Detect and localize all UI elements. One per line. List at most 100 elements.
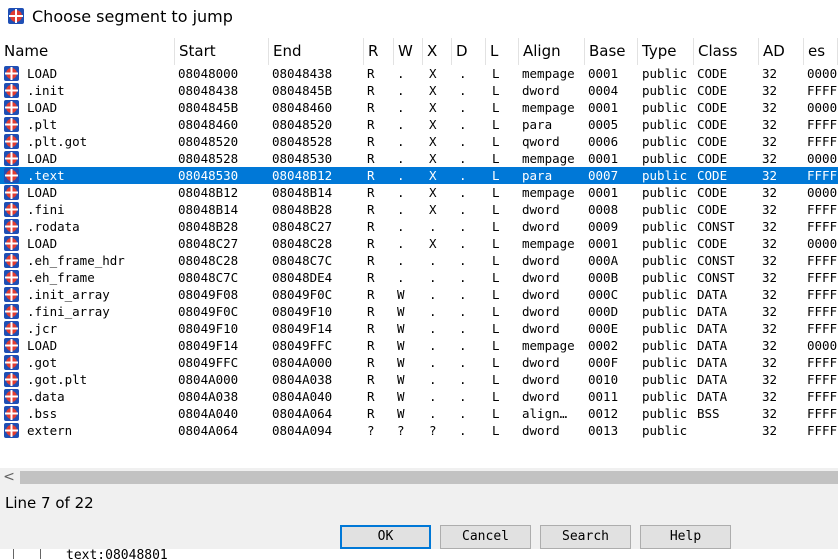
column-header-name[interactable]: Name (0, 38, 175, 65)
table-row[interactable]: .text 08048530 08048B12 R. X. Lpara 0007 public… (0, 167, 838, 184)
cell-base: 0009 (588, 219, 619, 234)
table-row[interactable]: LOAD 0804845B 08048460 R. X. Lmempage 0001 publ… (0, 99, 838, 116)
table-row[interactable]: .eh_frame_hdr 08048C28 08048C7C R... Ldword 0… (0, 252, 838, 269)
cell-base: 000F (588, 355, 619, 370)
cell-align: dword (522, 287, 560, 302)
column-header-l[interactable]: L (486, 38, 519, 65)
column-header-x[interactable]: X (423, 38, 452, 65)
cell-d: . (459, 287, 467, 302)
cell-start: 08049F10 (178, 321, 239, 336)
cell-d: . (459, 253, 467, 268)
table-row[interactable]: .jcr 08049F10 08049F14 R W.. Ldword 000E public… (0, 320, 838, 337)
table-row[interactable]: .got 08049FFC 0804A000 R W.. Ldword 000F public… (0, 354, 838, 371)
cell-x: . (429, 219, 437, 234)
horizontal-scrollbar[interactable]: < (0, 468, 838, 487)
cell-start: 08048B14 (178, 202, 239, 217)
column-header-ad[interactable]: AD (759, 38, 804, 65)
cell-base: 0001 (588, 66, 619, 81)
table-row[interactable]: LOAD 08048000 08048438 R. X. Lmempage 0001 publ… (0, 65, 838, 82)
segment-icon (3, 252, 20, 269)
segment-table[interactable]: LOAD 08048000 08048438 R. X. Lmempage 0001 publ… (0, 65, 838, 443)
cell-start: 08048C27 (178, 236, 239, 251)
column-header-class[interactable]: Class (694, 38, 759, 65)
cell-x: . (429, 304, 437, 319)
cell-r: R (367, 185, 375, 200)
column-header-start[interactable]: Start (175, 38, 269, 65)
column-header-es[interactable]: es (804, 38, 838, 65)
table-row[interactable]: .init_array 08049F08 08049F0C R W.. Ldword 000… (0, 286, 838, 303)
table-row[interactable]: LOAD 08048C27 08048C28 R. X. Lmempage 0001 publ… (0, 235, 838, 252)
ok-button[interactable]: OK (340, 525, 431, 549)
scroll-left-arrow-icon[interactable]: < (2, 468, 16, 487)
cell-r: R (367, 236, 375, 251)
table-row[interactable]: LOAD 08048528 08048530 R. X. Lmempage 0001 publ… (0, 150, 838, 167)
column-header-base[interactable]: Base (585, 38, 638, 65)
help-button[interactable]: Help (640, 525, 731, 549)
cell-es: FFFF (807, 270, 838, 285)
cell-name: LOAD (27, 100, 58, 115)
cell-class: BSS (697, 406, 720, 421)
cell-class: CONST (697, 270, 735, 285)
table-header: Name Start End R W X D L Align Base Type Class AD es (0, 38, 838, 65)
cell-base: 0008 (588, 202, 619, 217)
cell-base: 000E (588, 321, 619, 336)
cell-r: R (367, 202, 375, 217)
cell-start: 08048000 (178, 66, 239, 81)
cell-end: 0804A038 (272, 372, 333, 387)
cell-name: .jcr (27, 321, 58, 336)
column-header-w[interactable]: W (394, 38, 423, 65)
cell-type: public (642, 117, 688, 132)
cell-name: extern (27, 423, 73, 438)
cell-d: . (459, 100, 467, 115)
column-header-end[interactable]: End (269, 38, 364, 65)
table-row[interactable]: LOAD 08049F14 08049FFC R W.. Lmempage 0002 publ… (0, 337, 838, 354)
cell-type: public (642, 219, 688, 234)
column-header-d[interactable]: D (452, 38, 486, 65)
cell-ad: 32 (762, 134, 778, 149)
column-header-align[interactable]: Align (519, 38, 585, 65)
cell-es: FFFF (807, 83, 838, 98)
cell-ad: 32 (762, 253, 778, 268)
cell-align: dword (522, 253, 560, 268)
cell-es: FFFF (807, 287, 838, 302)
segment-icon (3, 116, 20, 133)
cell-ad: 32 (762, 185, 778, 200)
cell-start: 08048530 (178, 168, 239, 183)
search-button[interactable]: Search (540, 525, 631, 549)
cell-es: FFFF (807, 355, 838, 370)
cancel-button[interactable]: Cancel (440, 525, 531, 549)
cell-name: .eh_frame (27, 270, 95, 285)
cell-name: .init_array (27, 287, 110, 302)
cell-d: . (459, 389, 467, 404)
cell-d: . (459, 202, 467, 217)
table-row[interactable]: .init 08048438 0804845B R. X. Ldword 0004 publi… (0, 82, 838, 99)
table-row[interactable]: .bss 0804A040 0804A064 R W.. Lalign… 0012 publi… (0, 405, 838, 422)
cell-l: L (492, 287, 500, 302)
table-row[interactable]: extern 0804A064 0804A094???. Ldword 0013 publ… (0, 422, 838, 439)
column-header-r[interactable]: R (364, 38, 394, 65)
cell-base: 0013 (588, 423, 619, 438)
cell-l: L (492, 202, 500, 217)
cell-es: FFFF (807, 219, 838, 234)
table-row[interactable]: .plt.got 08048520 08048528 R. X. Lqword 0006 pu… (0, 133, 838, 150)
table-row[interactable]: .fini 08048B14 08048B28 R. X. Ldword 0008 publi… (0, 201, 838, 218)
cell-x: X (429, 117, 437, 132)
table-row[interactable]: .eh_frame 08048C7C 08048DE4 R... Ldword 000B p… (0, 269, 838, 286)
column-header-type[interactable]: Type (638, 38, 694, 65)
cell-class: CODE (697, 168, 728, 183)
cell-start: 08049FFC (178, 355, 239, 370)
table-row[interactable]: .got.plt 0804A000 0804A038 R W.. Ldword 0010 pu… (0, 371, 838, 388)
scroll-thumb[interactable] (20, 471, 838, 484)
table-row[interactable]: .rodata 08048B28 08048C27 R... Ldword 0009 pub… (0, 218, 838, 235)
cell-name: .plt (27, 117, 58, 132)
cell-end: 08048530 (272, 151, 333, 166)
table-row[interactable]: .data 0804A038 0804A040 R W.. Ldword 0011 publi… (0, 388, 838, 405)
table-row[interactable]: .plt 08048460 08048520 R. X. Lpara 0005 public C… (0, 116, 838, 133)
cell-ad: 32 (762, 372, 778, 387)
cell-name: LOAD (27, 338, 58, 353)
cell-type: public (642, 270, 688, 285)
table-row[interactable]: LOAD 08048B12 08048B14 R. X. Lmempage 0001 publ… (0, 184, 838, 201)
segment-icon (3, 320, 20, 337)
segment-icon (3, 218, 20, 235)
table-row[interactable]: .fini_array 08049F0C 08049F10 R W.. Ldword 000… (0, 303, 838, 320)
